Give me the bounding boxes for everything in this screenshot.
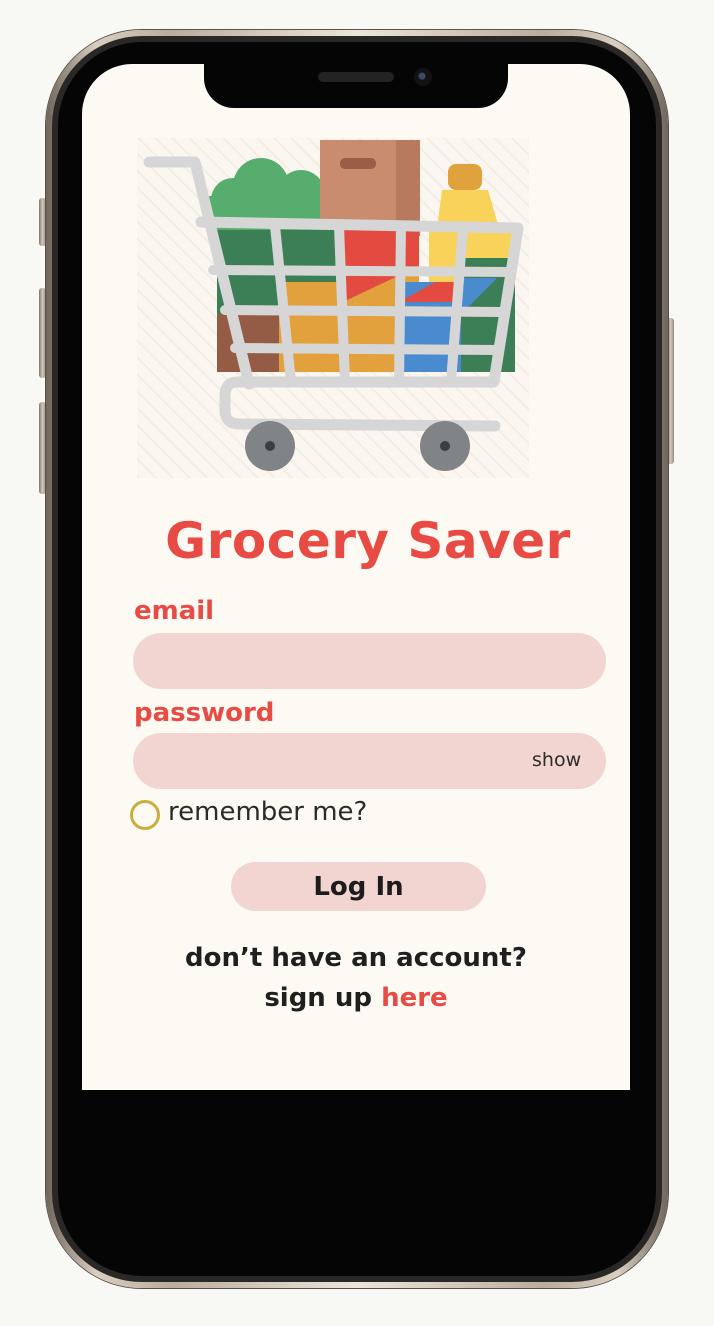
volume-up-button (39, 288, 46, 378)
earpiece-speaker (318, 72, 394, 82)
front-camera (414, 68, 432, 86)
notch (204, 64, 508, 108)
email-label: email (134, 596, 215, 626)
shopping-cart-icon (137, 138, 529, 478)
mute-switch (39, 198, 46, 246)
login-button[interactable]: Log In (231, 862, 486, 911)
signup-line: sign up here (82, 983, 630, 1013)
email-field[interactable] (133, 633, 606, 689)
remember-me-label: remember me? (168, 797, 368, 827)
power-button (667, 318, 674, 464)
app-title: Grocery Saver (165, 512, 571, 570)
signup-prefix: sign up (264, 983, 372, 1013)
no-account-text: don’t have an account? (185, 943, 527, 973)
remember-me-radio[interactable] (130, 800, 160, 830)
volume-down-button (39, 402, 46, 494)
signup-link[interactable]: here (381, 983, 448, 1013)
device-mockup: Grocery Saver email password show rememb… (0, 0, 714, 1326)
password-label: password (134, 698, 275, 728)
show-password-toggle[interactable]: show (532, 749, 581, 771)
